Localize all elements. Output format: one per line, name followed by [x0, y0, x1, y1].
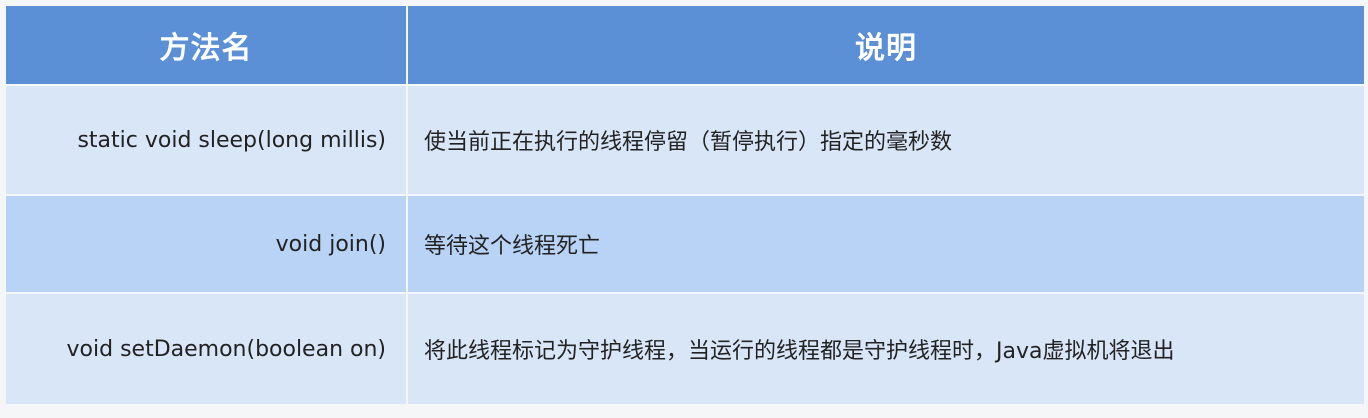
table-header: 方法名 说明: [6, 6, 1364, 84]
table-row: void join() 等待这个线程死亡: [6, 196, 1364, 292]
slide-canvas: 方法名 说明 static void sleep(long millis) 使当…: [0, 0, 1368, 418]
header-method-name: 方法名: [6, 6, 406, 84]
method-description-cell: 将此线程标记为守护线程，当运行的线程都是守护线程时，Java虚拟机将退出: [408, 294, 1364, 404]
table-row: void setDaemon(boolean on) 将此线程标记为守护线程，当…: [6, 294, 1364, 404]
header-row: 方法名 说明: [6, 6, 1364, 84]
method-description-cell: 使当前正在执行的线程停留（暂停执行）指定的毫秒数: [408, 86, 1364, 194]
method-name-cell: void setDaemon(boolean on): [6, 294, 406, 404]
method-table: 方法名 说明 static void sleep(long millis) 使当…: [4, 4, 1366, 406]
header-description: 说明: [408, 6, 1364, 84]
method-name-cell: void join(): [6, 196, 406, 292]
method-name-cell: static void sleep(long millis): [6, 86, 406, 194]
table-row: static void sleep(long millis) 使当前正在执行的线…: [6, 86, 1364, 194]
method-description-cell: 等待这个线程死亡: [408, 196, 1364, 292]
table-body: static void sleep(long millis) 使当前正在执行的线…: [6, 86, 1364, 404]
